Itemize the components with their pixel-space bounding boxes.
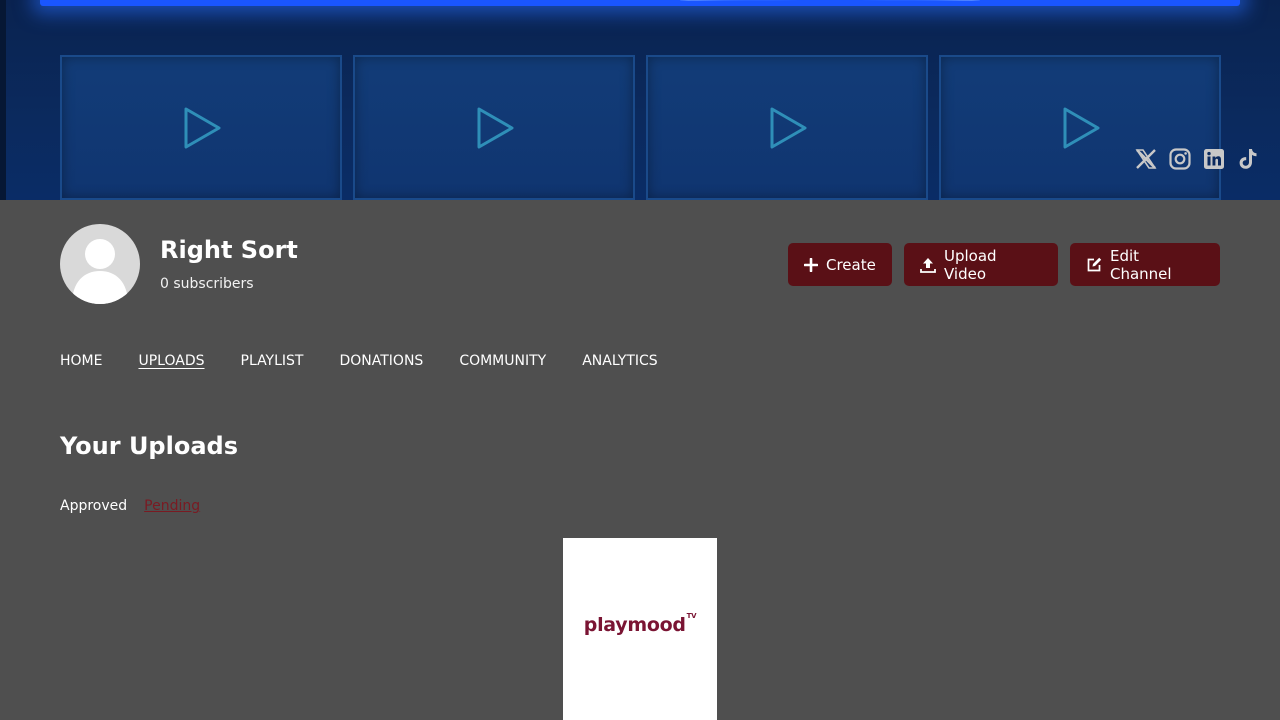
subscriber-count: 0 subscribers xyxy=(160,276,254,292)
tab-donations[interactable]: DONATIONS xyxy=(339,353,423,369)
tab-home[interactable]: HOME xyxy=(60,353,102,369)
edit-channel-label: Edit Channel xyxy=(1110,246,1172,283)
play-icon xyxy=(477,107,514,149)
channel-banner xyxy=(0,0,1280,200)
banner-tile xyxy=(60,55,342,200)
upload-icon xyxy=(920,257,936,273)
x-icon[interactable] xyxy=(1134,147,1158,171)
tab-playlist[interactable]: PLAYLIST xyxy=(241,353,304,369)
play-icon xyxy=(770,107,807,149)
channel-nav: HOME UPLOADS PLAYLIST DONATIONS COMMUNIT… xyxy=(60,353,658,369)
banner-tile xyxy=(646,55,928,200)
create-button-label: Create xyxy=(826,255,876,274)
create-button[interactable]: Create xyxy=(788,243,892,286)
instagram-icon[interactable] xyxy=(1168,147,1192,171)
avatar[interactable] xyxy=(60,224,140,304)
upload-video-button[interactable]: Upload Video xyxy=(904,243,1058,286)
edit-icon xyxy=(1087,257,1102,271)
user-placeholder-icon xyxy=(72,239,128,304)
plus-icon xyxy=(804,257,818,272)
banner-tile xyxy=(353,55,635,200)
logo-tv-mark: TV xyxy=(686,611,697,620)
section-title: Your Uploads xyxy=(60,432,238,460)
tab-analytics[interactable]: ANALYTICS xyxy=(582,353,657,369)
tiktok-icon[interactable] xyxy=(1236,147,1260,171)
tab-community[interactable]: COMMUNITY xyxy=(459,353,546,369)
upload-filters: Approved Pending xyxy=(60,498,200,514)
edit-channel-button[interactable]: Edit Channel xyxy=(1070,243,1220,286)
upload-video-label: Upload Video xyxy=(944,246,997,283)
playmood-logo: playmoodTV xyxy=(583,611,697,636)
banner-tiles xyxy=(60,55,1221,200)
linkedin-icon[interactable] xyxy=(1202,147,1226,171)
banner-tile xyxy=(939,55,1221,200)
social-links xyxy=(1134,147,1260,171)
logo-wordmark: playmood xyxy=(583,614,686,636)
banner-glow xyxy=(40,0,1240,6)
channel-name: Right Sort xyxy=(160,236,298,264)
filter-pending[interactable]: Pending xyxy=(144,498,200,514)
play-icon xyxy=(1063,107,1100,149)
play-icon xyxy=(184,107,221,149)
tab-uploads[interactable]: UPLOADS xyxy=(138,353,204,369)
filter-approved[interactable]: Approved xyxy=(60,498,127,514)
video-card[interactable]: playmoodTV xyxy=(563,538,717,720)
